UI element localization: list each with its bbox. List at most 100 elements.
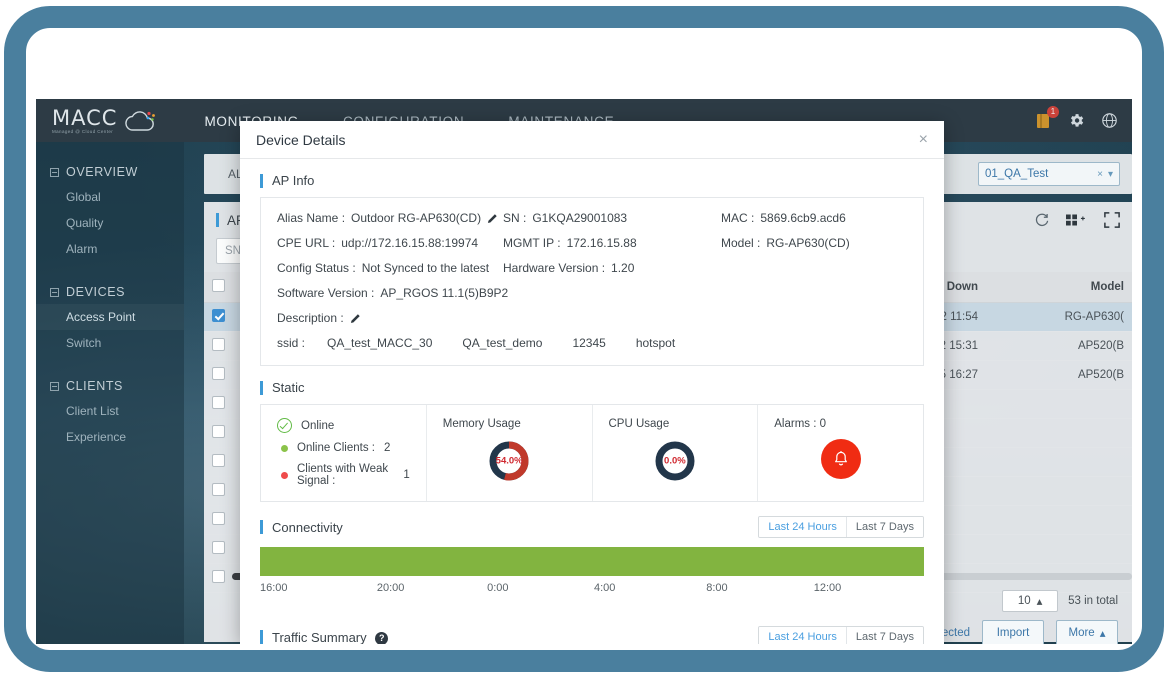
sidebar-item-experience[interactable]: Experience <box>36 424 184 450</box>
static-section-header: Static <box>260 380 924 395</box>
section-title-connectivity: Connectivity <box>272 519 343 535</box>
row-checkbox[interactable] <box>212 396 225 409</box>
alarm-indicator[interactable] <box>758 439 923 479</box>
software-version-value: AP_RGOS 11.1(5)B9P2 <box>380 286 509 300</box>
sidebar-group-devices: DEVICES Access Point Switch <box>36 280 184 356</box>
row-checkbox[interactable] <box>212 570 225 583</box>
weak-signal-line: Clients with Weak Signal : 1 <box>277 463 410 487</box>
more-button-label: More <box>1068 627 1095 639</box>
logo-text: MACC <box>52 105 118 130</box>
status-online-line: Online <box>277 418 410 433</box>
section-accent-bar <box>260 630 263 644</box>
chevron-up-icon: ▴ <box>1099 628 1106 640</box>
row-checkbox[interactable] <box>212 483 225 496</box>
row-checkbox[interactable] <box>212 338 225 351</box>
fullscreen-icon[interactable] <box>1104 212 1120 228</box>
connectivity-range-toggle: Last 24 Hours Last 7 Days <box>758 516 924 538</box>
cell-model: AP520(B <box>986 331 1132 361</box>
ssid-value: 12345 <box>572 336 606 350</box>
refresh-icon[interactable] <box>1034 212 1050 228</box>
edit-pencil-icon[interactable] <box>487 213 498 224</box>
row-checkbox[interactable] <box>212 541 225 554</box>
import-button[interactable]: Import <box>982 620 1044 644</box>
connectivity-uptime-bar <box>260 547 924 576</box>
column-header-model[interactable]: Model <box>986 272 1132 303</box>
edit-pencil-icon[interactable] <box>350 313 361 324</box>
info-row: Description : <box>277 311 907 325</box>
device-bezel: MACC Managed @ Cloud Center 1 OVERVIEW G… <box>0 0 1168 678</box>
more-button[interactable]: More ▴ <box>1056 620 1118 644</box>
mac-value: 5869.6cb9.acd6 <box>760 211 846 225</box>
mgmt-ip-label: MGMT IP : <box>503 236 561 250</box>
ssid-value: hotspot <box>635 336 676 350</box>
mac-label: MAC : <box>721 211 755 225</box>
collapse-icon[interactable] <box>50 167 59 177</box>
model-value: RG-AP630(CD) <box>766 236 850 250</box>
sn-value: G1KQA29001083 <box>532 211 628 225</box>
alert-icon[interactable]: 1 <box>1036 105 1059 130</box>
range-last-7-days[interactable]: Last 7 Days <box>845 627 923 644</box>
sidebar-item-access-point[interactable]: Access Point <box>36 304 184 330</box>
sidebar-item-client-list[interactable]: Client List <box>36 398 184 424</box>
app-logo[interactable]: MACC Managed @ Cloud Center <box>52 105 158 134</box>
group-select-value: 01_QA_Test <box>985 168 1049 180</box>
range-last-24-hours[interactable]: Last 24 Hours <box>759 517 846 537</box>
help-icon[interactable]: ? <box>375 631 389 644</box>
section-accent-bar <box>216 213 219 227</box>
info-row: Alias Name : Outdoor RG-AP630(CD) SN : G… <box>277 211 907 225</box>
sidebar-group-label: CLIENTS <box>66 379 123 393</box>
page-size-select[interactable]: 10 ▴ <box>1002 590 1059 612</box>
row-checkbox[interactable] <box>212 425 225 438</box>
nav-right-icons: 1 <box>1036 99 1118 142</box>
list-footer: 1 Selected Import More ▴ <box>916 620 1118 644</box>
axis-tick: 8:00 <box>706 582 728 594</box>
static-box: Online Online Clients : 2 Clients with W… <box>260 404 924 502</box>
column-settings-icon[interactable] <box>1066 213 1088 227</box>
sidebar-item-switch[interactable]: Switch <box>36 330 184 356</box>
sidebar-item-global[interactable]: Global <box>36 184 184 210</box>
cell-model: RG-AP630( <box>986 302 1132 332</box>
chevron-up-icon: ▴ <box>1036 596 1043 608</box>
collapse-icon[interactable] <box>50 381 59 391</box>
range-last-24-hours[interactable]: Last 24 Hours <box>759 627 846 644</box>
ssid-row: ssid : QA_test_MACC_30 QA_test_demo 1234… <box>277 336 907 350</box>
chevron-down-icon[interactable]: ▾ <box>1108 169 1113 180</box>
online-clients-line: Online Clients : 2 <box>277 442 410 454</box>
ap-info-section-header: AP Info <box>260 173 924 188</box>
axis-tick: 12:00 <box>813 582 842 594</box>
status-badge: Online <box>301 419 335 432</box>
alert-badge-count: 1 <box>1047 105 1059 118</box>
ap-info-box: Alias Name : Outdoor RG-AP630(CD) SN : G… <box>260 197 924 366</box>
info-row: Config Status : Not Synced to the latest… <box>277 261 907 275</box>
select-all-checkbox[interactable] <box>212 279 225 292</box>
memory-gauge: 54.0% <box>427 439 592 483</box>
globe-icon[interactable] <box>1101 112 1118 129</box>
sidebar-group-header-devices[interactable]: DEVICES <box>36 280 184 304</box>
sidebar-group-header-clients[interactable]: CLIENTS <box>36 374 184 398</box>
clear-icon[interactable]: × <box>1097 169 1103 180</box>
connectivity-axis: 16:00 20:00 0:00 4:00 8:00 12:00 <box>260 582 924 598</box>
collapse-icon[interactable] <box>50 287 59 297</box>
row-checkbox[interactable] <box>212 454 225 467</box>
group-select[interactable]: 01_QA_Test × ▾ <box>978 162 1120 186</box>
cpu-usage-label: CPU Usage <box>608 418 670 430</box>
sidebar-group-clients: CLIENTS Client List Experience <box>36 374 184 450</box>
online-clients-label: Online Clients : <box>297 442 375 454</box>
row-checkbox[interactable] <box>212 512 225 525</box>
row-checkbox[interactable] <box>212 309 225 322</box>
sidebar-item-quality[interactable]: Quality <box>36 210 184 236</box>
cpu-gauge: 0.0% <box>593 439 758 483</box>
gear-icon[interactable] <box>1068 112 1085 129</box>
sidebar-item-alarm[interactable]: Alarm <box>36 236 184 262</box>
model-label: Model : <box>721 236 761 250</box>
section-accent-bar <box>260 380 263 395</box>
close-icon[interactable]: × <box>919 131 928 148</box>
alarms-label: Alarms : 0 <box>774 418 827 430</box>
sidebar-group-header-overview[interactable]: OVERVIEW <box>36 160 184 184</box>
info-row: Software Version : AP_RGOS 11.1(5)B9P2 <box>277 286 907 300</box>
row-checkbox[interactable] <box>212 367 225 380</box>
sidebar-group-overview: OVERVIEW Global Quality Alarm <box>36 160 184 262</box>
alias-name-label: Alias Name : <box>277 211 346 225</box>
range-last-7-days[interactable]: Last 7 Days <box>845 517 923 537</box>
section-accent-bar <box>260 173 263 188</box>
